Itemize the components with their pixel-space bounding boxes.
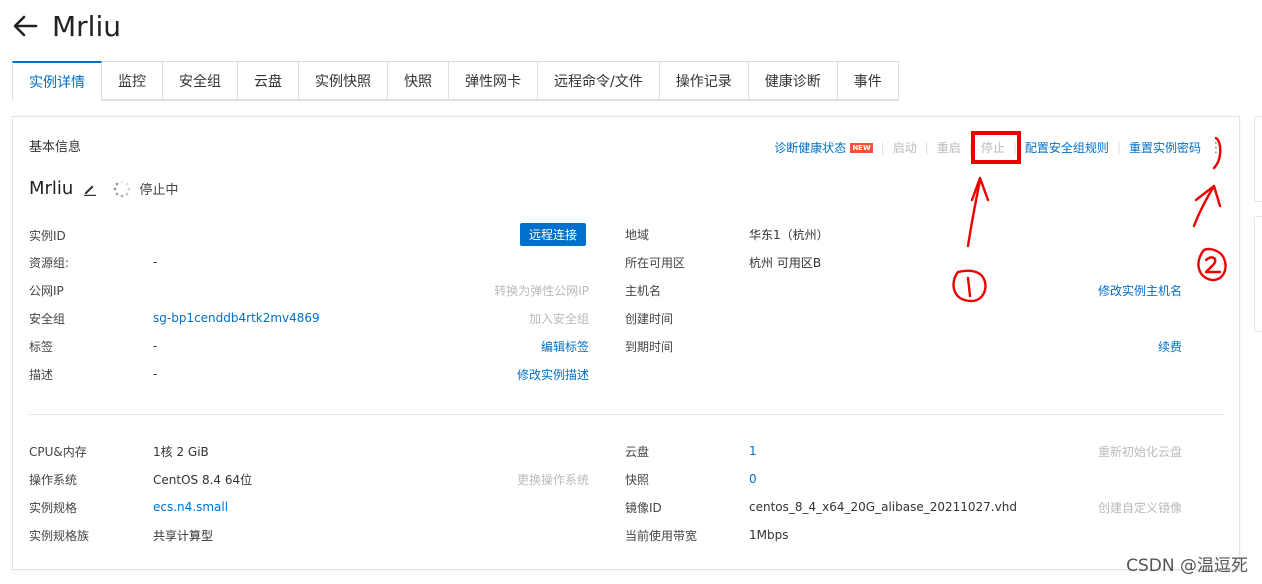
config-row-image-id: 镜像ID centos_8_4_x64_20G_alibase_20211027… [625, 497, 1182, 517]
tab-remote-command[interactable]: 远程命令/文件 [538, 61, 660, 100]
page-title: Mrliu [52, 9, 121, 43]
info-row-public-ip: 公网IP 转换为弹性公网IP [29, 280, 589, 300]
instance-name-row: Mrliu 停止中 [29, 178, 178, 199]
row-label: 实例规格族 [29, 528, 90, 543]
info-row-hostname: 主机名 修改实例主机名 [625, 280, 1182, 300]
row-label: 实例规格 [29, 500, 78, 515]
config-row-bandwidth: 当前使用带宽 1Mbps [625, 525, 1182, 545]
divider: | [1116, 140, 1121, 155]
edit-icon[interactable] [83, 182, 97, 196]
convert-eip-link[interactable]: 转换为弹性公网IP [494, 282, 589, 299]
row-value: - [153, 367, 158, 381]
join-security-group-link[interactable]: 加入安全组 [529, 310, 589, 327]
edit-tags-link[interactable]: 编辑标签 [541, 338, 589, 355]
remote-connect-button[interactable]: 远程连接 [520, 223, 587, 246]
reinit-disk-link[interactable]: 重新初始化云盘 [1098, 443, 1182, 460]
info-row-description: 描述 - 修改实例描述 [29, 364, 589, 384]
tab-events[interactable]: 事件 [837, 61, 899, 100]
instance-type-link[interactable]: ecs.n4.small [153, 500, 228, 514]
side-panel-bottom [1254, 216, 1262, 332]
row-label: CPU&内存 [29, 444, 87, 459]
tab-eni[interactable]: 弹性网卡 [449, 61, 538, 100]
row-label: 公网IP [29, 283, 64, 298]
row-value: 华东1（杭州） [749, 227, 829, 242]
info-row-tags: 标签 - 编辑标签 [29, 336, 589, 356]
status-text: 停止中 [139, 183, 179, 198]
info-row-resource-group: 资源组: - [29, 252, 589, 272]
tab-cloud-disk[interactable]: 云盘 [238, 61, 299, 100]
row-value: - [153, 255, 158, 269]
row-value: 杭州 可用区B [749, 255, 822, 270]
row-value: CentOS 8.4 64位 [153, 472, 253, 487]
tab-monitoring[interactable]: 监控 [102, 61, 163, 100]
config-row-cloud-disk: 云盘 1 重新初始化云盘 [625, 441, 1182, 461]
config-row-snapshot: 快照 0 [625, 469, 1182, 489]
row-label: 当前使用带宽 [625, 528, 698, 543]
row-label: 镜像ID [625, 500, 662, 515]
side-panel-top [1254, 116, 1262, 202]
basic-info-card: 基本信息 诊断健康状态 NEW | 启动 | 重启 | 停止 | 配置安全组规则… [12, 116, 1240, 570]
create-custom-image-link[interactable]: 创建自定义镜像 [1098, 499, 1182, 516]
new-badge: NEW [850, 142, 873, 153]
row-value: 1核 2 GiB [153, 444, 209, 459]
row-label: 标签 [29, 339, 54, 354]
row-value: 共享计算型 [153, 528, 214, 543]
row-label: 实例ID [29, 228, 66, 243]
info-row-created-time: 创建时间 [625, 308, 1182, 328]
back-arrow-icon[interactable] [12, 13, 38, 39]
tab-bar: 实例详情 监控 安全组 云盘 实例快照 快照 弹性网卡 远程命令/文件 操作记录… [12, 61, 899, 101]
divider: | [880, 140, 885, 155]
row-value: 1Mbps [749, 528, 789, 542]
change-os-link[interactable]: 更换操作系统 [517, 471, 589, 488]
config-row-instance-type: 实例规格 ecs.n4.small [29, 497, 589, 517]
more-icon[interactable]: ⋮ [1209, 140, 1223, 156]
row-value: centos_8_4_x64_20G_alibase_20211027.vhd [749, 500, 1017, 514]
cloud-disk-count-link[interactable]: 1 [749, 444, 757, 458]
tab-health-diagnosis[interactable]: 健康诊断 [748, 61, 838, 100]
row-label: 描述 [29, 367, 54, 382]
tab-instance-details[interactable]: 实例详情 [12, 61, 102, 101]
row-label: 创建时间 [625, 311, 674, 326]
snapshot-count-link[interactable]: 0 [749, 472, 757, 486]
watermark: CSDN @温逗死 [1126, 556, 1248, 576]
reset-password-link[interactable]: 重置实例密码 [1129, 139, 1201, 156]
instance-name: Mrliu [29, 178, 74, 199]
row-label: 地域 [625, 227, 650, 242]
tab-snapshot[interactable]: 快照 [388, 61, 449, 100]
divider: | [924, 140, 929, 155]
info-row-instance-id: 实例ID 远程连接 [29, 223, 589, 246]
row-label: 操作系统 [29, 472, 78, 487]
row-label: 快照 [625, 472, 650, 487]
row-label: 到期时间 [625, 339, 674, 354]
row-label: 资源组: [29, 255, 70, 270]
annotation-box [971, 131, 1021, 164]
info-row-expire-time: 到期时间 续费 [625, 336, 1182, 356]
row-label: 所在可用区 [625, 255, 686, 270]
info-row-region: 地域 华东1（杭州） [625, 224, 1182, 244]
restart-button[interactable]: 重启 [937, 139, 961, 156]
edit-hostname-link[interactable]: 修改实例主机名 [1098, 282, 1182, 299]
security-group-link[interactable]: sg-bp1cenddb4rtk2mv4869 [153, 311, 320, 325]
start-button[interactable]: 启动 [893, 139, 917, 156]
info-row-zone: 所在可用区 杭州 可用区B [625, 252, 1182, 272]
section-title: 基本信息 [29, 140, 82, 155]
page-header: Mrliu [12, 6, 121, 46]
edit-description-link[interactable]: 修改实例描述 [517, 366, 589, 383]
loading-spinner-icon [113, 180, 131, 197]
renew-link[interactable]: 续费 [1158, 338, 1182, 355]
row-label: 主机名 [625, 283, 662, 298]
info-row-security-group: 安全组 sg-bp1cenddb4rtk2mv4869 加入安全组 [29, 308, 589, 328]
row-label: 云盘 [625, 444, 650, 459]
config-row-instance-family: 实例规格族 共享计算型 [29, 525, 589, 545]
config-row-os: 操作系统 CentOS 8.4 64位 更换操作系统 [29, 469, 589, 489]
tab-security-group[interactable]: 安全组 [163, 61, 238, 100]
config-security-group-link[interactable]: 配置安全组规则 [1025, 139, 1109, 156]
diagnose-health-link[interactable]: 诊断健康状态 [774, 139, 846, 156]
row-value: - [153, 339, 158, 353]
config-row-cpu-memory: CPU&内存 1核 2 GiB [29, 441, 589, 461]
section-divider [29, 414, 1223, 415]
tab-operation-log[interactable]: 操作记录 [659, 61, 749, 100]
row-label: 安全组 [29, 311, 66, 326]
tab-instance-snapshot[interactable]: 实例快照 [299, 61, 388, 100]
